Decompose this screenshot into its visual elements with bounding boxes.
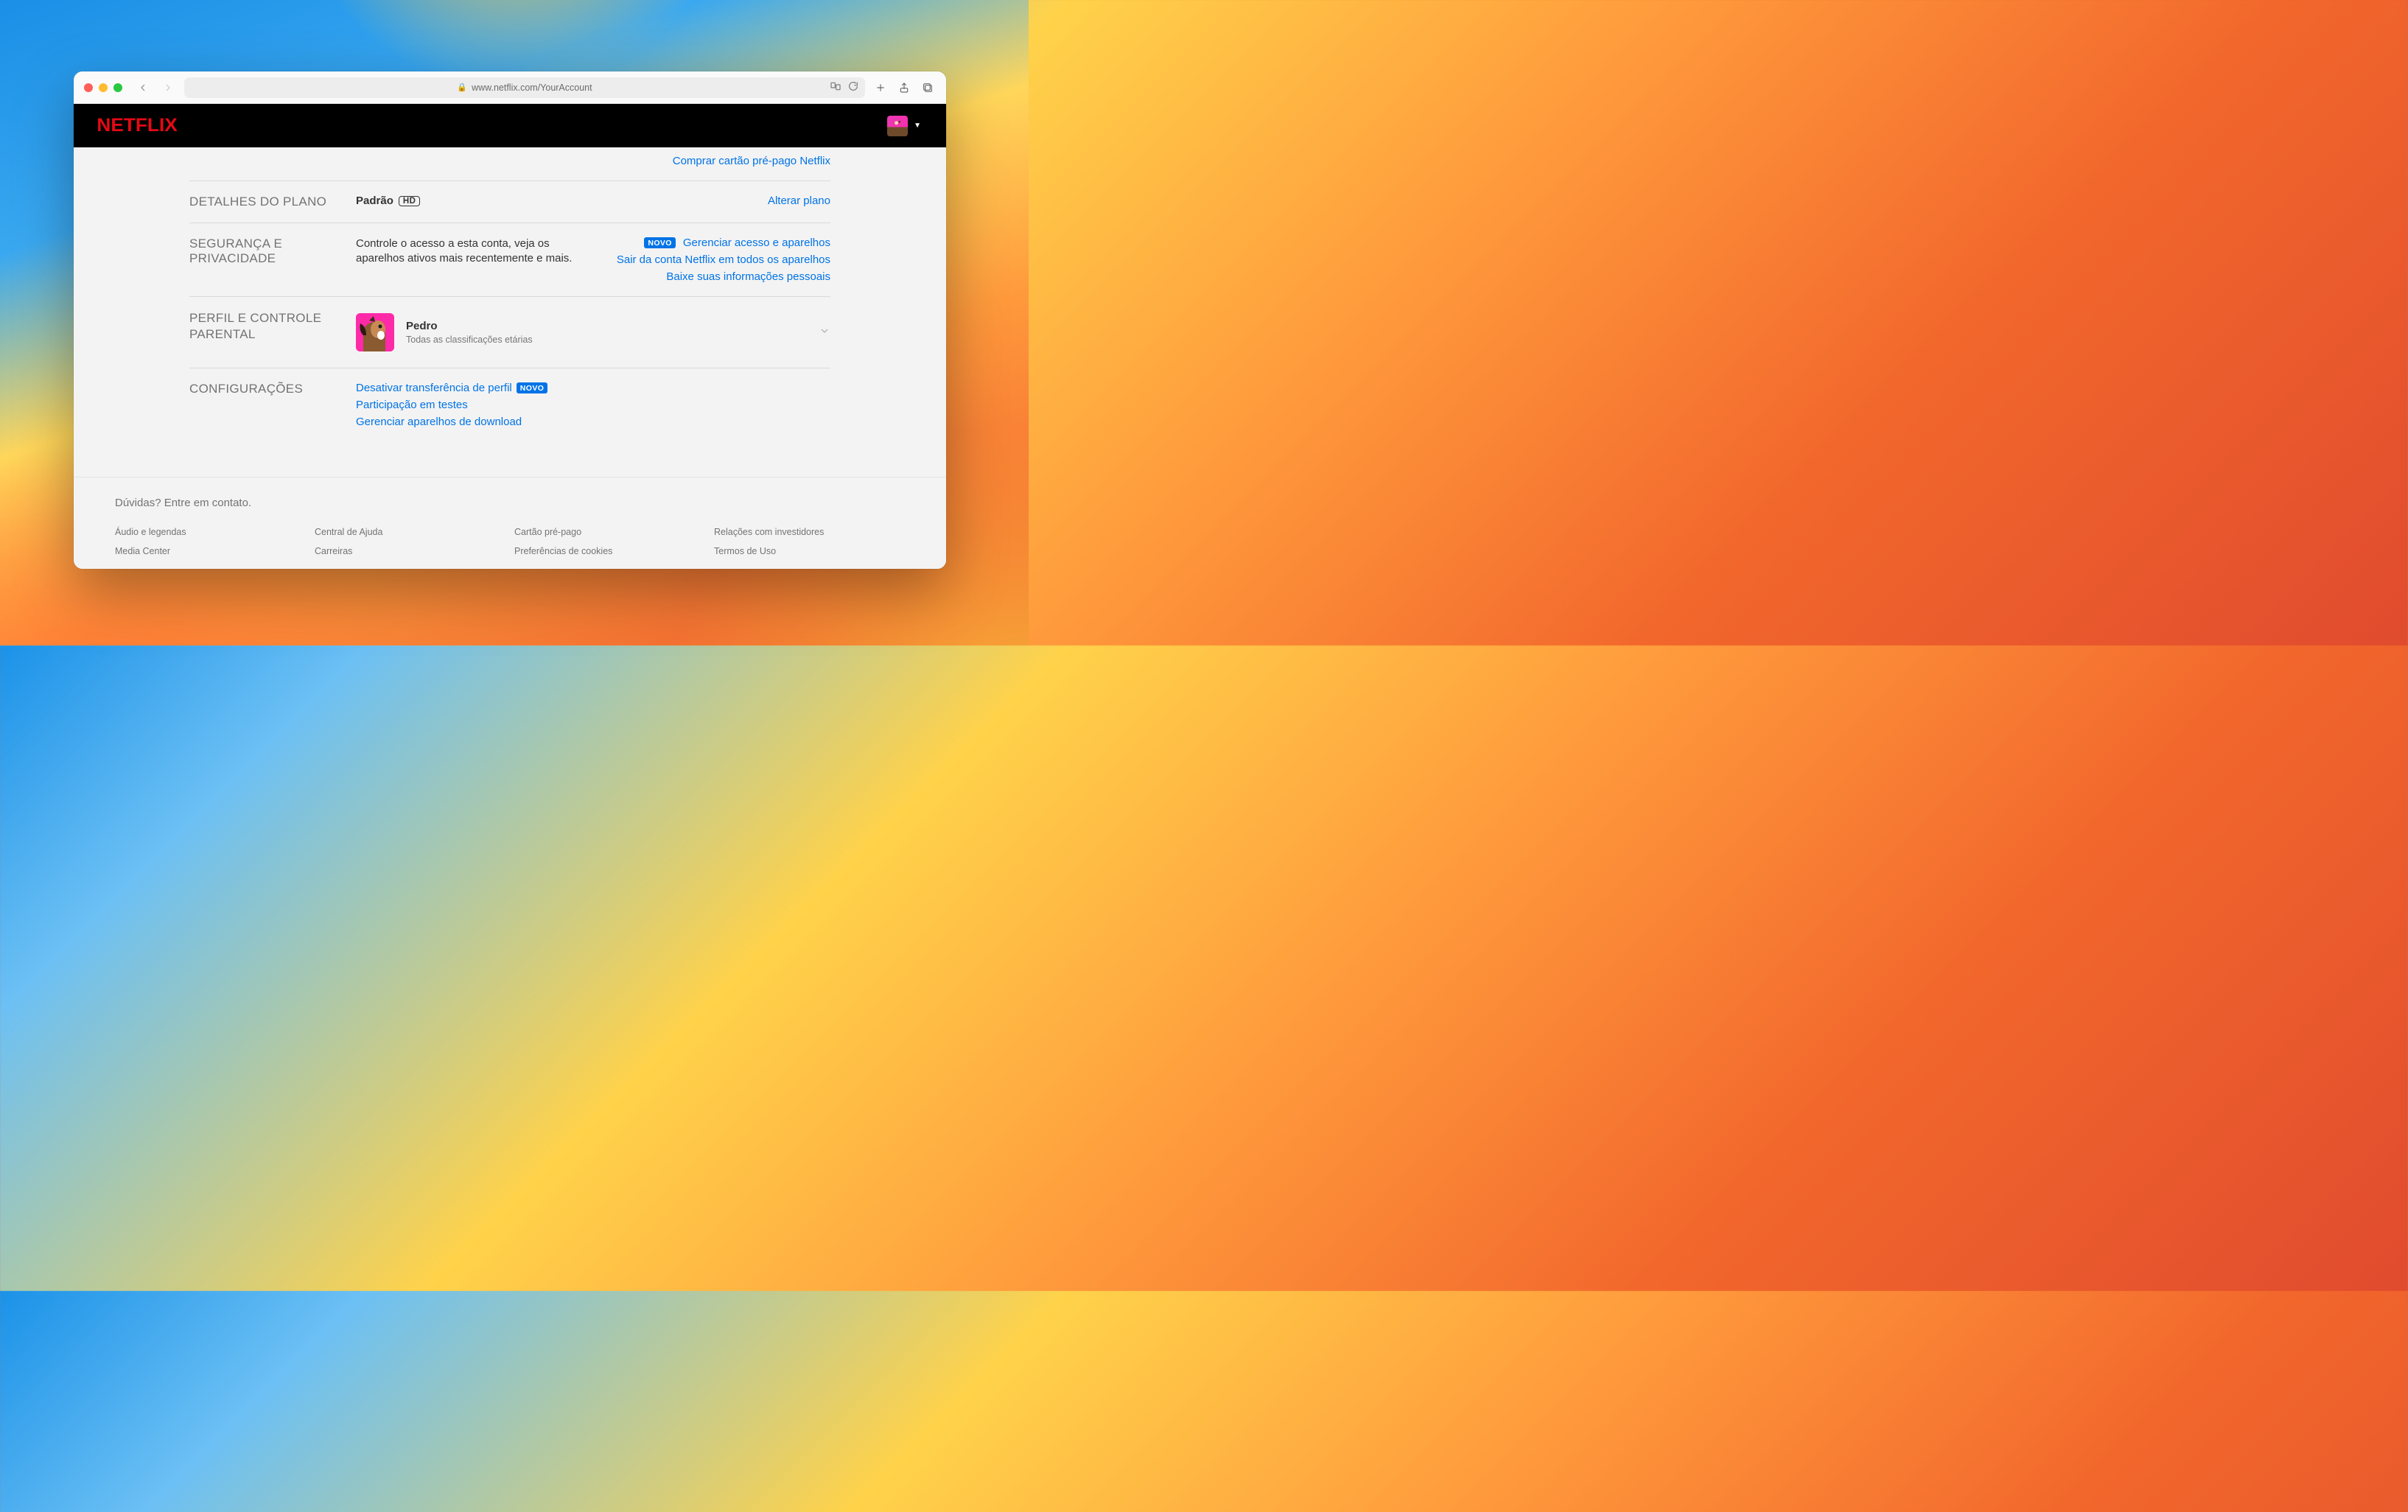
footer-contact-link[interactable]: Dúvidas? Entre em contato. [115, 497, 905, 509]
section-security-privacy: SEGURANÇA E PRIVACIDADE Controle o acess… [189, 223, 830, 296]
tabs-button[interactable] [920, 80, 936, 96]
profile-menu[interactable]: ▼ [887, 116, 921, 136]
section-profile-parental: PERFIL E CONTROLE PARENTAL [189, 297, 830, 368]
netflix-header: NETFLIX ▼ [74, 104, 946, 147]
security-description: Controle o acesso a esta conta, veja os … [356, 237, 577, 267]
footer-links-grid: Áudio e legendas Central de Ajuda Cartão… [115, 527, 905, 556]
footer-link[interactable]: Termos de Uso [714, 546, 905, 556]
footer-link[interactable]: Preferências de cookies [514, 546, 705, 556]
footer: Dúvidas? Entre em contato. Áudio e legen… [74, 477, 946, 569]
window-zoom-button[interactable] [113, 83, 122, 92]
section-label: SEGURANÇA E PRIVACIDADE [189, 237, 356, 283]
caret-down-icon: ▼ [914, 122, 921, 130]
profile-rating: Todas as classificações etárias [406, 335, 533, 345]
share-button[interactable] [896, 80, 912, 96]
footer-link[interactable]: Áudio e legendas [115, 527, 306, 537]
nav-back-button[interactable] [134, 79, 152, 97]
profile-row[interactable]: Pedro Todas as classificações etárias [356, 310, 830, 354]
disable-profile-transfer-link[interactable]: Desativar transferência de perfil [356, 382, 512, 394]
browser-toolbar: 🔒 www.netflix.com/YourAccount [74, 71, 946, 104]
footer-link[interactable]: Cartão pré-pago [514, 527, 705, 537]
window-close-button[interactable] [84, 83, 93, 92]
section-label: CONFIGURAÇÕES [189, 382, 356, 428]
browser-window: 🔒 www.netflix.com/YourAccount NETFLIX [74, 71, 946, 569]
footer-link[interactable]: Central de Ajuda [315, 527, 505, 537]
footer-link[interactable]: Carreiras [315, 546, 505, 556]
page-content: Comprar cartão pré-pago Netflix DETALHES… [74, 147, 946, 569]
address-bar[interactable]: 🔒 www.netflix.com/YourAccount [184, 77, 865, 98]
profile-avatar [356, 313, 394, 351]
section-settings: CONFIGURAÇÕES Desativar transferência de… [189, 368, 830, 441]
new-tab-button[interactable] [872, 80, 889, 96]
novo-badge: NOVO [644, 237, 676, 248]
change-plan-link[interactable]: Alterar plano [768, 195, 830, 207]
sign-out-all-devices-link[interactable]: Sair da conta Netflix em todos os aparel… [617, 253, 830, 266]
footer-link[interactable]: Relações com investidores [714, 527, 905, 537]
section-label: PERFIL E CONTROLE PARENTAL [189, 310, 356, 354]
nav-forward-button[interactable] [159, 79, 177, 97]
test-participation-link[interactable]: Participação em testes [356, 399, 468, 411]
section-label: DETALHES DO PLANO [189, 195, 356, 209]
manage-access-devices-link[interactable]: Gerenciar acesso e aparelhos [683, 237, 830, 249]
section-plan-details: DETALHES DO PLANO Padrão HD Alterar plan… [189, 181, 830, 223]
lock-icon: 🔒 [457, 83, 467, 92]
buy-gift-card-link[interactable]: Comprar cartão pré-pago Netflix [673, 155, 830, 167]
hd-badge: HD [399, 196, 421, 206]
header-avatar [887, 116, 908, 136]
window-minimize-button[interactable] [99, 83, 108, 92]
footer-link[interactable]: Media Center [115, 546, 306, 556]
reload-icon[interactable] [847, 80, 859, 94]
chevron-down-icon [819, 325, 830, 340]
translate-icon[interactable] [830, 80, 841, 94]
profile-name: Pedro [406, 320, 533, 332]
novo-badge: NOVO [517, 382, 548, 393]
address-url: www.netflix.com/YourAccount [472, 83, 592, 93]
window-controls [84, 83, 122, 92]
plan-name: Padrão HD [356, 195, 420, 207]
download-personal-info-link[interactable]: Baixe suas informações pessoais [666, 270, 830, 283]
manage-download-devices-link[interactable]: Gerenciar aparelhos de download [356, 416, 522, 428]
netflix-logo[interactable]: NETFLIX [97, 115, 177, 136]
